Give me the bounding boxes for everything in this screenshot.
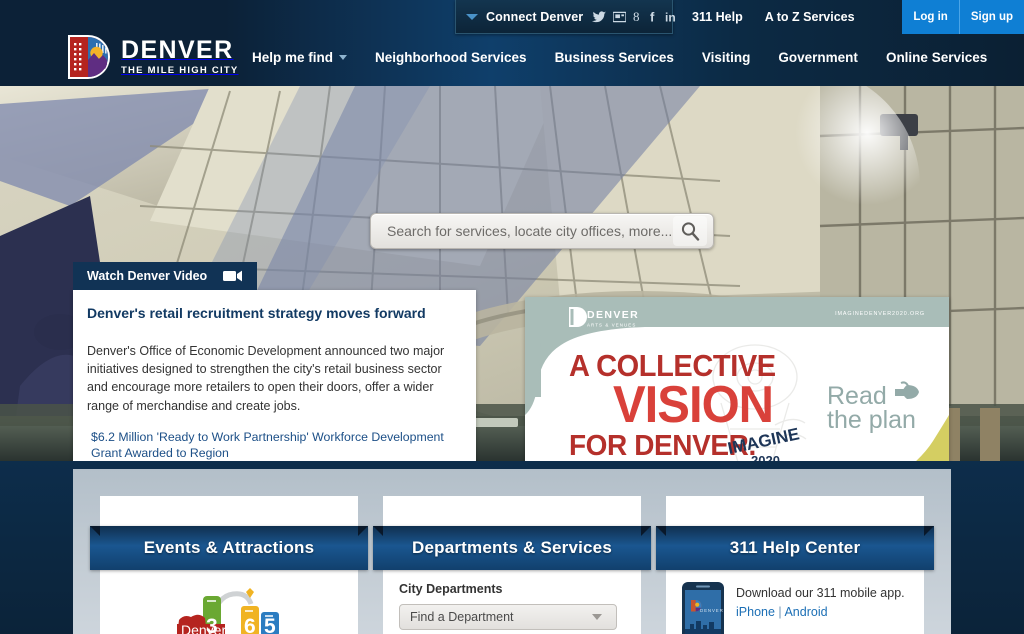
auth-buttons: Log in Sign up <box>902 0 1024 34</box>
news-link[interactable]: $6.2 Million 'Ready to Work Partnership'… <box>91 429 458 461</box>
news-link-list: $6.2 Million 'Ready to Work Partnership'… <box>87 429 458 461</box>
svg-text:2020: 2020 <box>751 453 780 461</box>
svg-text:ARTS & VENUES: ARTS & VENUES <box>587 323 636 328</box>
svg-text:the plan: the plan <box>827 406 916 434</box>
login-button[interactable]: Log in <box>902 0 959 34</box>
svg-text:f: f <box>650 10 655 23</box>
utility-bar: Connect Denver 8 f in 311 Help A to Z Se… <box>0 0 1024 34</box>
linkedin-icon[interactable]: in <box>665 10 682 24</box>
connect-denver-label: Connect Denver <box>486 9 584 24</box>
card-title: 311 Help Center <box>729 538 861 557</box>
nav-government[interactable]: Government <box>778 50 858 65</box>
card-body: City Departments Find a Department <box>383 570 641 634</box>
search-icon <box>681 222 700 241</box>
iphone-link[interactable]: iPhone <box>736 605 775 619</box>
chevron-down-icon <box>339 55 348 60</box>
card-body: Denver 3 6 5 Search Upcoming Events <box>100 570 358 634</box>
facebook-icon[interactable]: f <box>650 10 658 23</box>
311-app-promo: DENVER Download our 311 mobile app. iPho… <box>682 582 908 634</box>
imagine-denver-2020-promo[interactable]: DENVER ARTS & VENUES IMAGINEDENVER2020.O… <box>525 297 949 461</box>
svg-text:8: 8 <box>633 10 640 23</box>
card-header-ribbon: Departments & Services <box>373 526 651 570</box>
news-panel: Denver's retail recruitment strategy mov… <box>73 290 476 461</box>
nav-neighborhood-services[interactable]: Neighborhood Services <box>375 50 527 65</box>
svg-text:in: in <box>665 11 676 24</box>
card-events-attractions: Events & Attractions Denver 3 6 5 <box>90 496 368 634</box>
svg-text:6: 6 <box>244 615 256 634</box>
search-input[interactable] <box>387 223 673 239</box>
denver-365-logo-icon: Denver 3 6 5 <box>177 588 279 634</box>
main-navigation: Help me find Neighborhood Services Busin… <box>252 50 987 65</box>
svg-text:VISION: VISION <box>613 375 773 434</box>
video-camera-icon <box>223 270 243 282</box>
card-title: Departments & Services <box>412 538 612 557</box>
twitter-icon[interactable] <box>592 10 607 23</box>
utility-link-311-help[interactable]: 311 Help <box>692 10 743 24</box>
card-departments-services: Departments & Services City Departments … <box>373 496 651 634</box>
denver-d-logo-icon <box>68 35 110 79</box>
connect-denver-dropdown[interactable]: Connect Denver 8 f in <box>455 0 676 34</box>
flickr-icon[interactable] <box>613 11 627 23</box>
link-separator: | <box>778 604 782 619</box>
card-header-ribbon: Events & Attractions <box>90 526 368 570</box>
denver-365-logo-wrapper[interactable]: Denver 3 6 5 <box>116 584 342 634</box>
news-body: Denver's Office of Economic Development … <box>87 344 445 413</box>
card-top-strip <box>666 496 924 526</box>
hero-section: Watch Denver Video Denver's retail recru… <box>0 86 1024 461</box>
nav-help-me-find[interactable]: Help me find <box>252 50 348 65</box>
svg-text:3: 3 <box>206 615 218 634</box>
svg-text:DENVER: DENVER <box>700 608 724 613</box>
social-links: 8 f in <box>592 10 682 23</box>
app-store-links: iPhone | Android <box>736 603 905 622</box>
select-value: Find a Department <box>410 610 514 624</box>
utility-links: 311 Help A to Z Services <box>692 0 855 34</box>
svg-text:DENVER: DENVER <box>587 309 639 321</box>
find-a-department-select[interactable]: Find a Department <box>399 604 617 630</box>
site-header: Connect Denver 8 f in 311 Help A to Z Se… <box>0 0 1024 86</box>
svg-text:Denver: Denver <box>181 622 226 634</box>
watch-denver-video-label: Watch Denver Video <box>87 269 208 283</box>
watch-denver-video-tab[interactable]: Watch Denver Video <box>73 262 258 290</box>
logo-text: DENVER THE MILE HIGH CITY <box>121 38 239 76</box>
card-311-help-center: 311 Help Center DENVER Download our 311 … <box>656 496 934 634</box>
news-headline: Denver's retail recruitment strategy mov… <box>87 305 426 321</box>
site-logo[interactable]: DENVER THE MILE HIGH CITY <box>66 33 239 81</box>
nav-visiting[interactable]: Visiting <box>702 50 751 65</box>
nav-online-services[interactable]: Online Services <box>886 50 987 65</box>
card-header-ribbon: 311 Help Center <box>656 526 934 570</box>
svg-text:IMAGINEDENVER2020.ORG: IMAGINEDENVER2020.ORG <box>835 311 925 317</box>
svg-text:5: 5 <box>264 615 276 634</box>
signup-button[interactable]: Sign up <box>958 0 1024 34</box>
nav-help-me-find-label: Help me find <box>252 50 334 65</box>
chevron-down-icon <box>466 13 478 20</box>
googleplus-icon[interactable]: 8 <box>633 10 643 23</box>
search-button[interactable] <box>673 216 707 246</box>
quick-links-cards: Events & Attractions Denver 3 6 5 Depart… <box>90 496 934 634</box>
card-top-strip <box>383 496 641 526</box>
mobile-phone-icon: DENVER <box>682 582 724 634</box>
city-departments-label: City Departments <box>399 582 503 596</box>
promo-artwork: DENVER ARTS & VENUES IMAGINEDENVER2020.O… <box>525 297 949 461</box>
card-top-strip <box>100 496 358 526</box>
search-bar[interactable] <box>370 213 714 249</box>
nav-business-services[interactable]: Business Services <box>555 50 674 65</box>
card-title: Events & Attractions <box>143 538 315 557</box>
utility-link-a-to-z-services[interactable]: A to Z Services <box>765 10 855 24</box>
chevron-down-icon <box>592 614 602 620</box>
311-app-text: Download our 311 mobile app. iPhone | An… <box>736 582 905 634</box>
denver-gov-homepage: Connect Denver 8 f in 311 Help A to Z Se… <box>0 0 1024 634</box>
android-link[interactable]: Android <box>784 605 827 619</box>
card-body: DENVER Download our 311 mobile app. iPho… <box>666 570 924 634</box>
logo-tagline: THE MILE HIGH CITY <box>121 65 239 77</box>
logo-title: DENVER <box>121 36 234 65</box>
download-app-text: Download our 311 mobile app. <box>736 586 905 600</box>
